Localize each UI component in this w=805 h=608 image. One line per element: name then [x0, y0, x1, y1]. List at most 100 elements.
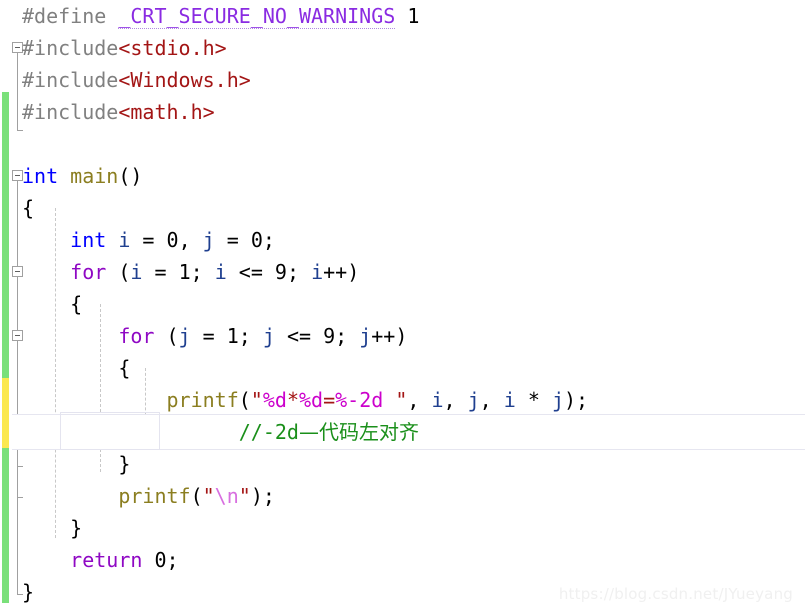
code-line[interactable]: #include<math.h>	[22, 96, 215, 128]
code-token: 0	[154, 548, 167, 572]
code-token: _CRT_SECURE_NO_WARNINGS	[118, 4, 396, 29]
code-token: j	[202, 228, 215, 252]
code-line[interactable]: #include<stdio.h>	[22, 32, 227, 64]
code-token: 9	[274, 260, 287, 284]
code-token: for	[70, 260, 107, 284]
code-token: ;	[190, 260, 215, 284]
code-line[interactable]: //-2d—代码左对齐	[22, 416, 419, 448]
code-token: //-2d	[238, 420, 299, 444]
code-token: printf	[166, 388, 239, 412]
code-token: ++)	[323, 260, 360, 284]
code-line[interactable]: int i = 0, j = 0;	[22, 224, 275, 256]
code-token: 0	[166, 228, 179, 252]
code-token: ++)	[371, 324, 408, 348]
code-line[interactable]: printf("%d*%d=%-2d ", i, j, i * j);	[22, 384, 589, 416]
code-token: (	[238, 388, 251, 412]
code-token: =	[323, 388, 336, 412]
code-token: "	[250, 388, 263, 412]
code-token: }	[22, 580, 35, 604]
code-token: "	[383, 388, 408, 412]
code-token: <Windows.h>	[118, 68, 251, 92]
code-token: printf	[118, 484, 191, 508]
code-token: i	[214, 260, 227, 284]
code-token: (	[106, 260, 131, 284]
code-line[interactable]: #include<Windows.h>	[22, 64, 251, 96]
code-line[interactable]: return 0;	[22, 544, 179, 576]
code-token: 1	[178, 260, 191, 284]
code-token: 1	[226, 324, 239, 348]
code-line[interactable]: int main()	[22, 160, 142, 192]
code-token: main	[70, 164, 119, 188]
code-token: <stdio.h>	[118, 36, 227, 60]
code-token: i	[118, 228, 131, 252]
code-token: i	[311, 260, 324, 284]
code-token: \n	[214, 484, 239, 508]
code-token: 9	[323, 324, 336, 348]
code-line[interactable]: {	[22, 192, 34, 224]
code-line[interactable]: }	[22, 448, 130, 480]
code-line[interactable]: }	[22, 576, 34, 608]
code-token: }	[22, 452, 131, 476]
code-line[interactable]: {	[22, 352, 130, 384]
code-line[interactable]: printf("\n");	[22, 480, 275, 512]
code-token: ;	[286, 260, 312, 284]
code-line[interactable]: for (j = 1; j <= 9; j++)	[22, 320, 407, 352]
code-token: =	[142, 260, 179, 284]
code-line[interactable]: for (i = 1; i <= 9; i++)	[22, 256, 359, 288]
code-token: %-2d	[335, 388, 384, 412]
code-token: {	[22, 356, 131, 380]
code-token: <=	[274, 324, 324, 348]
code-token: #include	[22, 68, 119, 92]
code-token: {	[22, 196, 35, 220]
code-token: (	[190, 484, 203, 508]
code-token: ,	[479, 388, 504, 412]
code-token: i	[130, 260, 143, 284]
code-line[interactable]: #define _CRT_SECURE_NO_WARNINGS 1	[22, 0, 419, 32]
code-token: "	[202, 484, 215, 508]
code-line[interactable]: }	[22, 512, 82, 544]
code-token: *	[286, 388, 299, 412]
code-token: );	[563, 388, 589, 412]
code-editor-canvas[interactable]: #define _CRT_SECURE_NO_WARNINGS 1 #includ…	[0, 0, 805, 607]
code-token: #include	[22, 100, 119, 124]
code-token: int	[70, 228, 107, 252]
code-token: for	[118, 324, 155, 348]
code-token: j	[178, 324, 191, 348]
code-token: ()	[118, 164, 143, 188]
code-token: ,	[407, 388, 432, 412]
code-line[interactable]: {	[22, 288, 82, 320]
code-token: =	[130, 228, 167, 252]
code-token: %d	[262, 388, 287, 412]
code-token: i	[431, 388, 444, 412]
code-token: return	[70, 548, 143, 572]
code-token: i	[503, 388, 516, 412]
code-token: {	[22, 292, 83, 316]
code-token: <math.h>	[118, 100, 215, 124]
code-token: —代码左对齐	[298, 420, 419, 444]
code-token: <=	[226, 260, 275, 284]
code-token: #include	[22, 36, 119, 60]
code-token: int	[22, 164, 59, 188]
code-token: 0	[250, 228, 263, 252]
watermark-url: https://blog.csdn.net/JYueyang	[558, 585, 793, 603]
code-token: ;	[166, 548, 179, 572]
code-token: j	[359, 324, 372, 348]
code-token: (	[154, 324, 179, 348]
code-token: =	[190, 324, 227, 348]
code-token: }	[22, 516, 83, 540]
code-token: j	[262, 324, 275, 348]
code-token: *	[515, 388, 552, 412]
code-token: ,	[178, 228, 203, 252]
code-text-layer[interactable]: #define _CRT_SECURE_NO_WARNINGS 1 #includ…	[0, 0, 805, 607]
